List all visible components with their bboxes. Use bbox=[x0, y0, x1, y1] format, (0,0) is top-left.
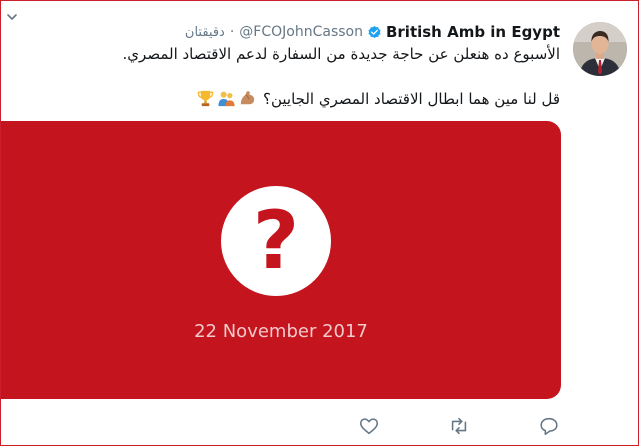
trophy-icon bbox=[196, 89, 215, 108]
question-mark-icon: ? bbox=[252, 194, 300, 287]
tweet-text-line-2: قل لنا مين هما ابطال الاقتصاد المصري الج… bbox=[196, 89, 560, 108]
author-name[interactable]: British Amb in Egypt bbox=[386, 23, 560, 41]
author-handle[interactable]: @FCOJohnCasson bbox=[239, 24, 363, 40]
reply-icon[interactable] bbox=[538, 415, 560, 437]
like-icon[interactable] bbox=[358, 415, 380, 437]
tweet-text-line-1: الأسبوع ده هنعلن عن حاجة جديدة من السفار… bbox=[122, 45, 560, 63]
retweet-icon[interactable] bbox=[448, 415, 470, 437]
separator-dot: · bbox=[229, 24, 235, 40]
tweet-text-question: قل لنا مين هما ابطال الاقتصاد المصري الج… bbox=[262, 89, 560, 108]
tweet-header: British Amb in Egypt @FCOJohnCasson · دق… bbox=[185, 22, 560, 42]
people-icon bbox=[217, 89, 236, 108]
avatar[interactable] bbox=[573, 22, 627, 76]
tweet-media-image[interactable]: ? 22 November 2017 bbox=[1, 121, 561, 399]
question-circle: ? bbox=[221, 186, 331, 296]
chevron-down-icon[interactable] bbox=[5, 9, 19, 23]
flexed-biceps-icon bbox=[238, 89, 257, 108]
verified-badge-icon bbox=[367, 25, 382, 40]
media-date-caption: 22 November 2017 bbox=[194, 321, 368, 342]
emoji-group bbox=[196, 89, 257, 108]
tweet-container: British Amb in Egypt @FCOJohnCasson · دق… bbox=[0, 0, 639, 446]
timestamp[interactable]: دقيقتان bbox=[185, 25, 225, 40]
